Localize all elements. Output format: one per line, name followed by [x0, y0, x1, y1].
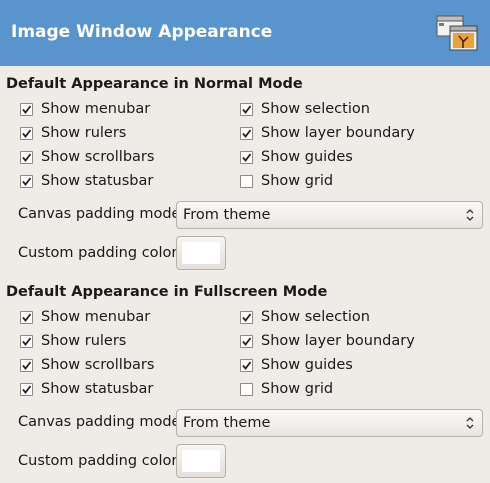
custom-padding-color-button[interactable] [176, 236, 226, 270]
fullscreen-show-grid-checkbox[interactable]: Show grid [240, 379, 333, 399]
fullscreen-show-layer-boundary-checkbox[interactable]: Show layer boundary [240, 331, 415, 351]
check-icon [242, 152, 252, 162]
check-icon [242, 312, 252, 322]
dialog-header: Image Window Appearance [0, 0, 490, 66]
page-title: Image Window Appearance [11, 22, 273, 42]
normal-show-selection-checkbox[interactable]: Show selection [240, 99, 370, 119]
checkbox-box[interactable] [240, 126, 253, 140]
fullscreen-show-menubar-checkbox[interactable]: Show menubar [20, 307, 150, 327]
checkbox-label: Show rulers [41, 333, 127, 349]
check-icon [242, 360, 252, 370]
custom-padding-color-label: Custom padding color: [18, 453, 183, 469]
normal-show-scrollbars-checkbox[interactable]: Show scrollbars [20, 147, 154, 167]
canvas-padding-mode-label: Canvas padding mode: [18, 206, 186, 222]
checkbox-box[interactable] [20, 126, 33, 140]
checkbox-label: Show selection [261, 101, 370, 117]
updown-arrow-icon [466, 209, 474, 221]
checkbox-box[interactable] [20, 310, 33, 324]
check-icon [242, 128, 252, 138]
check-icon [22, 336, 32, 346]
checkbox-box[interactable] [20, 358, 33, 372]
check-icon [242, 104, 252, 114]
normal-show-statusbar-checkbox[interactable]: Show statusbar [20, 171, 153, 191]
checkbox-label: Show grid [261, 173, 334, 189]
updown-arrow-icon [466, 417, 474, 429]
check-icon [22, 312, 32, 322]
color-swatch [182, 242, 220, 264]
custom-padding-color-button[interactable] [176, 444, 226, 478]
checkbox-box[interactable] [20, 102, 33, 116]
checkbox-box[interactable] [240, 150, 253, 164]
fullscreen-show-scrollbars-checkbox[interactable]: Show scrollbars [20, 355, 154, 375]
check-icon [22, 384, 32, 394]
check-icon [22, 152, 32, 162]
check-icon [22, 360, 32, 370]
normal-show-menubar-checkbox[interactable]: Show menubar [20, 99, 150, 119]
checkbox-box[interactable] [240, 334, 253, 348]
checkbox-label: Show scrollbars [41, 357, 155, 373]
checkbox-label: Show menubar [41, 101, 151, 117]
checkbox-box[interactable] [240, 358, 253, 372]
checkbox-box[interactable] [20, 150, 33, 164]
fullscreen-show-selection-checkbox[interactable]: Show selection [240, 307, 370, 327]
checkbox-box[interactable] [240, 382, 253, 396]
checkbox-box[interactable] [240, 174, 253, 188]
canvas-padding-mode-select[interactable]: From theme [176, 409, 483, 437]
checkbox-label: Show statusbar [41, 173, 154, 189]
checkbox-label: Show grid [261, 381, 334, 397]
check-icon [242, 336, 252, 346]
check-icon [22, 128, 32, 138]
combo-value: From theme [183, 207, 271, 223]
normal-show-rulers-checkbox[interactable]: Show rulers [20, 123, 126, 143]
normal-show-guides-checkbox[interactable]: Show guides [240, 147, 353, 167]
checkbox-label: Show menubar [41, 309, 151, 325]
color-swatch [182, 450, 220, 472]
check-icon [22, 176, 32, 186]
combo-value: From theme [183, 415, 271, 431]
checkbox-label: Show statusbar [41, 381, 154, 397]
checkbox-label: Show layer boundary [261, 125, 415, 141]
checkbox-label: Show selection [261, 309, 370, 325]
custom-padding-color-label: Custom padding color: [18, 245, 183, 261]
canvas-padding-mode-label: Canvas padding mode: [18, 414, 186, 430]
normal-mode-heading: Default Appearance in Normal Mode [6, 76, 303, 92]
checkbox-box[interactable] [240, 102, 253, 116]
checkbox-label: Show scrollbars [41, 149, 155, 165]
checkbox-box[interactable] [20, 334, 33, 348]
normal-show-layer-boundary-checkbox[interactable]: Show layer boundary [240, 123, 415, 143]
checkbox-label: Show rulers [41, 125, 127, 141]
checkbox-label: Show guides [261, 149, 353, 165]
canvas-padding-mode-select[interactable]: From theme [176, 201, 483, 229]
fullscreen-show-statusbar-checkbox[interactable]: Show statusbar [20, 379, 153, 399]
image-window-icon [436, 15, 478, 51]
checkbox-box[interactable] [20, 174, 33, 188]
fullscreen-show-rulers-checkbox[interactable]: Show rulers [20, 331, 126, 351]
checkbox-label: Show guides [261, 357, 353, 373]
fullscreen-show-guides-checkbox[interactable]: Show guides [240, 355, 353, 375]
checkbox-box[interactable] [20, 382, 33, 396]
checkbox-box[interactable] [240, 310, 253, 324]
check-icon [22, 104, 32, 114]
fullscreen-mode-heading: Default Appearance in Fullscreen Mode [6, 284, 328, 300]
normal-show-grid-checkbox[interactable]: Show grid [240, 171, 333, 191]
checkbox-label: Show layer boundary [261, 333, 415, 349]
